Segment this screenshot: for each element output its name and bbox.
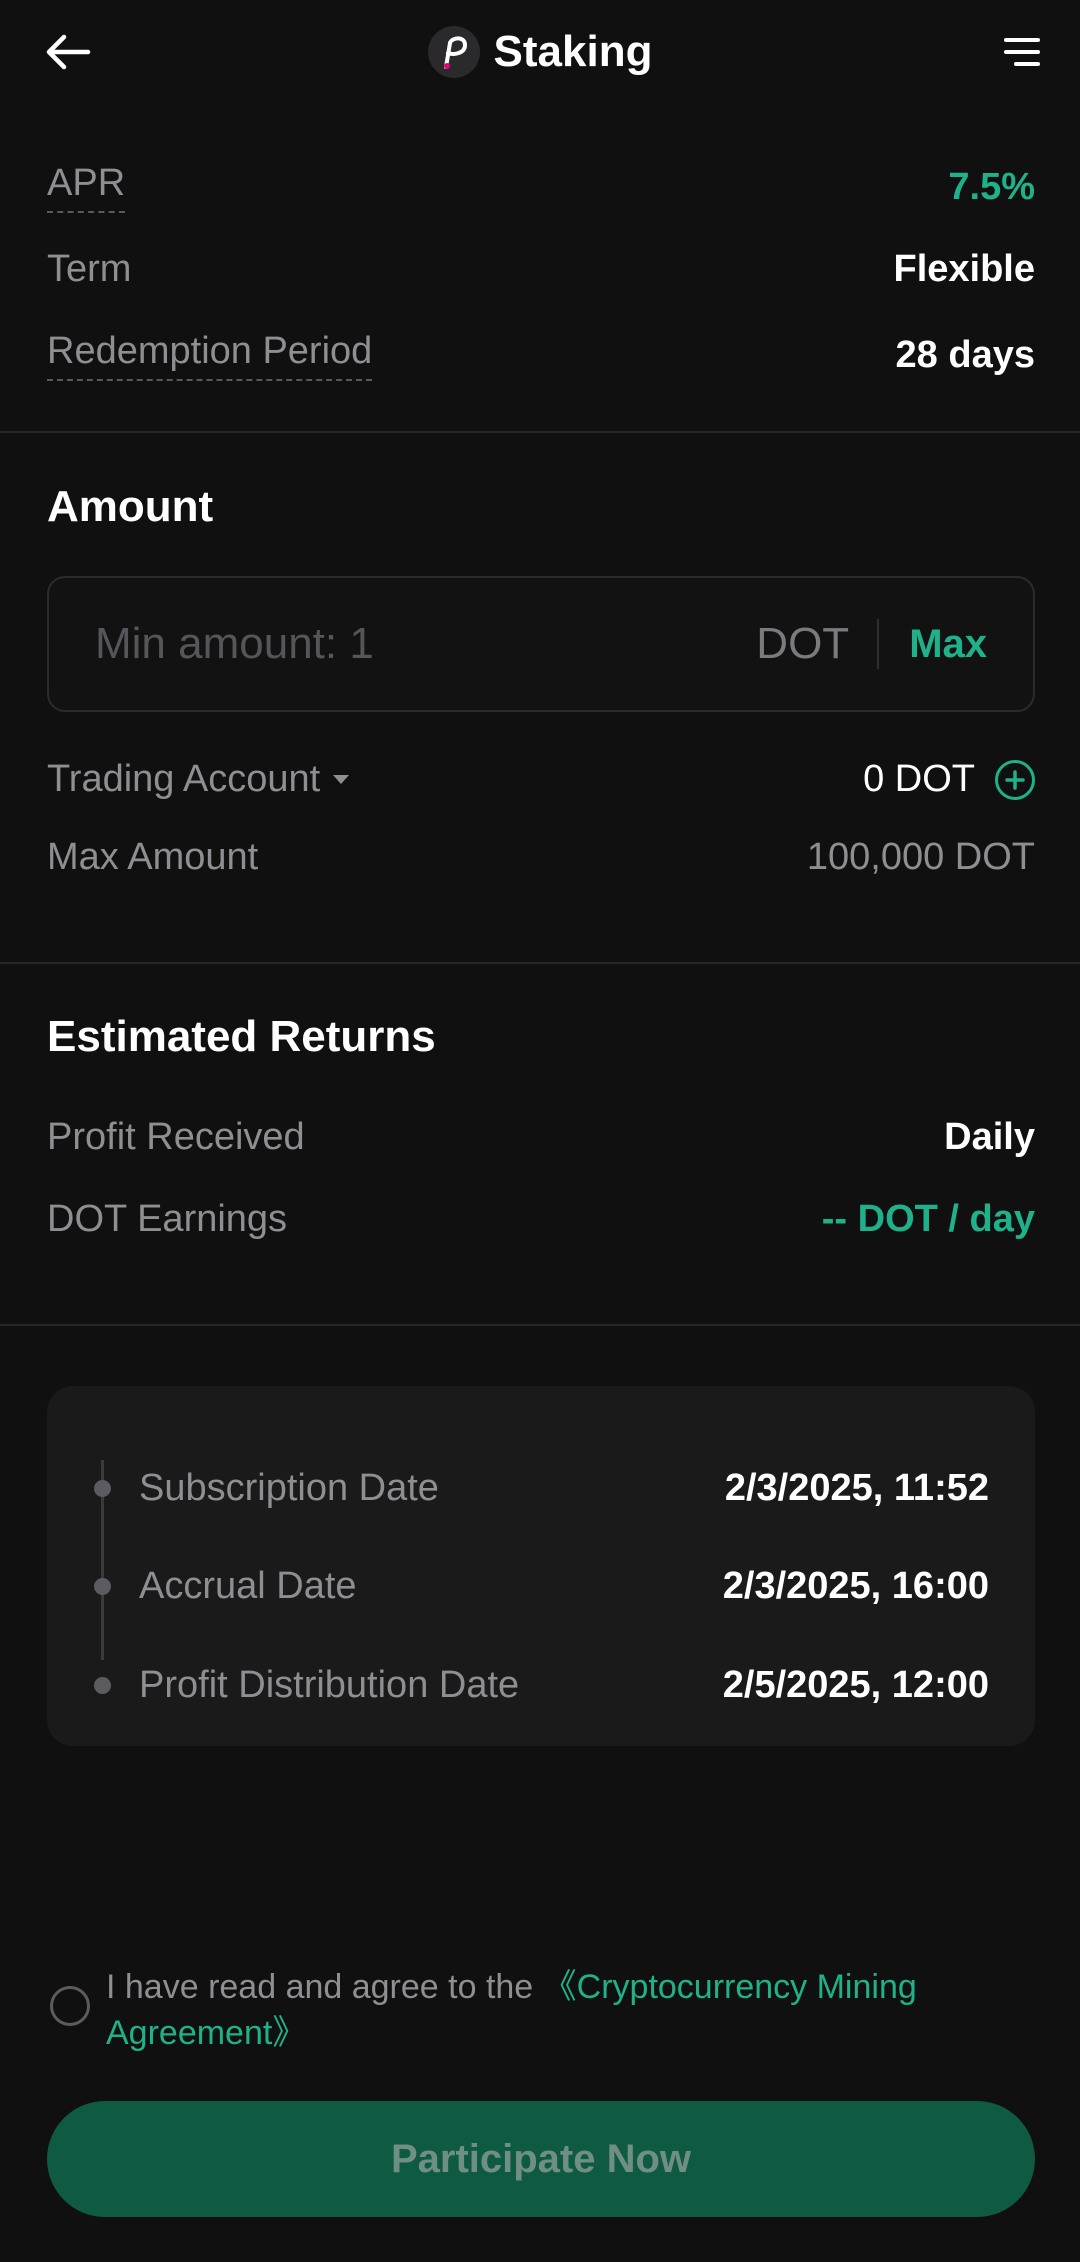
header-title-group: Staking bbox=[0, 22, 1080, 82]
amount-unit: DOT bbox=[756, 619, 850, 668]
amount-separator bbox=[877, 619, 880, 669]
earnings-label: DOT Earnings bbox=[47, 1198, 288, 1240]
term-row: Term Flexible bbox=[47, 248, 1035, 291]
polkadot-logo-icon bbox=[427, 26, 480, 78]
max-button[interactable]: Max bbox=[909, 622, 987, 667]
timeline-item-subscription: Subscription Date 2/3/2025, 11:52 bbox=[47, 1458, 1035, 1518]
section-divider bbox=[0, 431, 1080, 433]
term-value: Flexible bbox=[893, 248, 1036, 290]
add-funds-button[interactable] bbox=[995, 759, 1035, 800]
amount-input-box: DOT Max bbox=[47, 576, 1035, 712]
timeline-card: Subscription Date 2/3/2025, 11:52 Accrua… bbox=[47, 1386, 1035, 1746]
trading-account-balance: 0 DOT bbox=[863, 758, 975, 800]
amount-section-title: Amount bbox=[47, 482, 214, 531]
redemption-row: Redemption Period 28 days bbox=[47, 330, 1035, 381]
trading-account-selector[interactable]: Trading Account bbox=[47, 758, 350, 801]
trading-account-balance-group: 0 DOT bbox=[863, 758, 1035, 801]
redemption-label[interactable]: Redemption Period bbox=[47, 330, 373, 381]
earnings-value: -- DOT / day bbox=[821, 1198, 1035, 1240]
page-title: Staking bbox=[493, 27, 653, 76]
section-divider bbox=[0, 1324, 1080, 1326]
agreement-text: I have read and agree to the 《Cryptocurr… bbox=[106, 1964, 986, 2056]
amount-input[interactable] bbox=[49, 578, 757, 710]
timeline-value: 2/3/2025, 11:52 bbox=[724, 1466, 989, 1509]
timeline-label: Accrual Date bbox=[139, 1564, 357, 1607]
menu-icon bbox=[1004, 38, 1040, 66]
profit-received-row: Profit Received Daily bbox=[47, 1116, 1035, 1159]
apr-row: APR 7.5% bbox=[47, 162, 1035, 213]
timeline-label: Subscription Date bbox=[139, 1466, 439, 1509]
earnings-row: DOT Earnings -- DOT / day bbox=[47, 1198, 1035, 1241]
max-amount-value: 100,000 DOT bbox=[806, 836, 1035, 878]
profit-received-label: Profit Received bbox=[47, 1116, 305, 1158]
redemption-value: 28 days bbox=[895, 334, 1035, 376]
menu-button[interactable] bbox=[992, 24, 1052, 80]
participate-now-button[interactable]: Participate Now bbox=[47, 2101, 1035, 2217]
caret-down-icon bbox=[333, 774, 350, 784]
timeline-item-accrual: Accrual Date 2/3/2025, 16:00 bbox=[47, 1556, 1035, 1616]
timeline-dot bbox=[94, 1676, 111, 1694]
trading-account-row: Trading Account 0 DOT bbox=[47, 758, 1035, 801]
timeline-value: 2/3/2025, 16:00 bbox=[722, 1564, 989, 1607]
max-amount-label: Max Amount bbox=[47, 836, 259, 878]
timeline-dot bbox=[94, 1479, 111, 1497]
plus-icon bbox=[1005, 769, 1025, 790]
top-bar: Staking bbox=[0, 0, 1080, 105]
agreement-prefix: I have read and agree to the bbox=[106, 1968, 543, 2006]
trading-account-label: Trading Account bbox=[47, 758, 321, 800]
apr-value: 7.5% bbox=[948, 166, 1035, 208]
term-label: Term bbox=[47, 248, 132, 290]
timeline-value: 2/5/2025, 12:00 bbox=[722, 1663, 989, 1706]
agreement-checkbox[interactable] bbox=[50, 1986, 90, 2026]
max-amount-row: Max Amount 100,000 DOT bbox=[47, 836, 1035, 879]
timeline-item-distribution: Profit Distribution Date 2/5/2025, 12:00 bbox=[47, 1655, 1035, 1715]
timeline-dot bbox=[94, 1577, 111, 1595]
section-divider bbox=[0, 962, 1080, 964]
staking-page: Staking APR 7.5% Term Flexible Redemptio… bbox=[0, 0, 1080, 2262]
agreement-row: I have read and agree to the 《Cryptocurr… bbox=[50, 1964, 1030, 2056]
profit-received-value: Daily bbox=[944, 1116, 1035, 1158]
estimated-returns-title: Estimated Returns bbox=[47, 1012, 436, 1061]
timeline-label: Profit Distribution Date bbox=[139, 1663, 520, 1706]
apr-label[interactable]: APR bbox=[47, 162, 126, 213]
